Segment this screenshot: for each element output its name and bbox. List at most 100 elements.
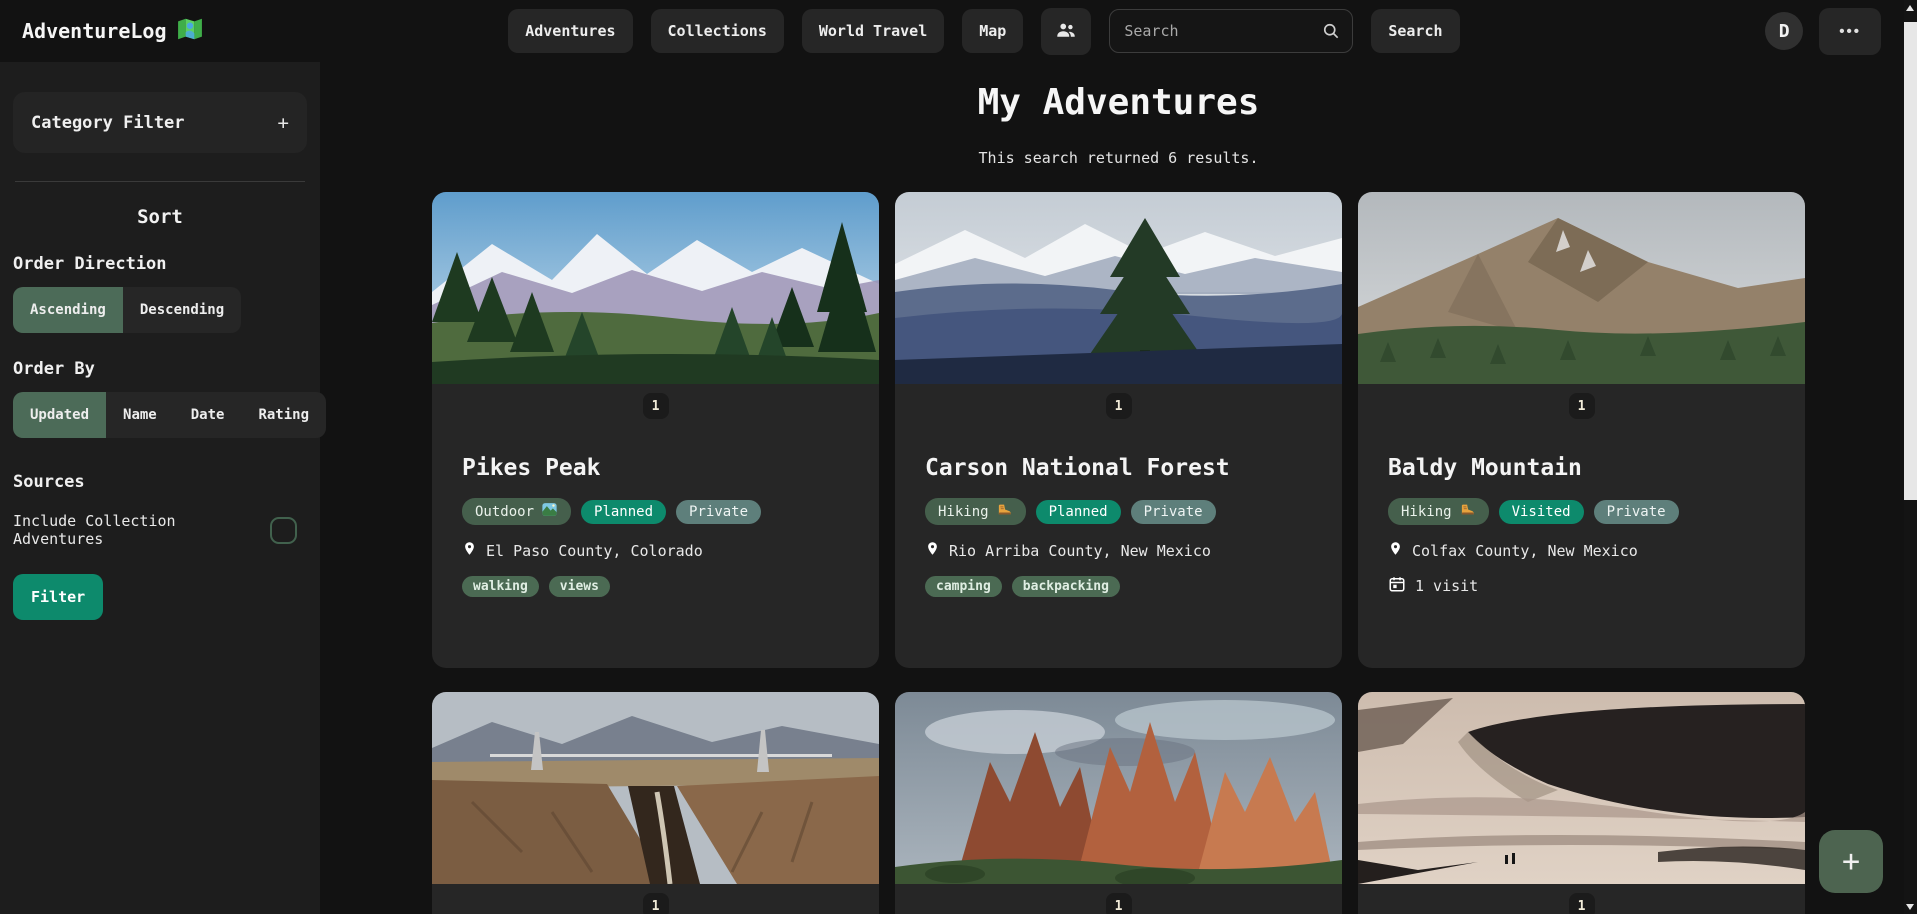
- badge-row: HikingVisitedPrivate: [1388, 498, 1775, 525]
- adventure-image[interactable]: [895, 192, 1342, 384]
- visibility-badge: Private: [676, 500, 761, 524]
- adventure-card[interactable]: 1 Pikes Peak Outdoor Planned Private El Pa…: [432, 192, 879, 668]
- adventure-location-row: Rio Arriba County, New Mexico: [925, 539, 1312, 562]
- add-adventure-button[interactable]: +: [1819, 830, 1883, 893]
- sources-heading: Sources: [13, 472, 307, 492]
- visibility-badge: Private: [1131, 500, 1216, 524]
- adventure-card[interactable]: 1 Baldy Mountain HikingVisitedPrivate Co…: [1358, 192, 1805, 668]
- shared-adventures-button[interactable]: [1041, 8, 1091, 55]
- adventure-image[interactable]: [1358, 192, 1805, 384]
- adventure-image[interactable]: [432, 692, 879, 884]
- visits-text: 1 visit: [1415, 577, 1478, 595]
- page-scrollbar[interactable]: [1904, 0, 1917, 914]
- location-text: Colfax County, New Mexico: [1412, 542, 1638, 560]
- avatar[interactable]: D: [1765, 12, 1803, 50]
- order-direction-option-ascending[interactable]: Ascending: [13, 287, 123, 333]
- adventure-location-row: Colfax County, New Mexico: [1388, 539, 1775, 562]
- image-page-badge: 1: [1569, 393, 1595, 419]
- badge-row: Outdoor Planned Private: [462, 498, 849, 525]
- map-icon: [177, 16, 203, 47]
- people-icon: [1055, 19, 1077, 44]
- image-page-badge: 1: [643, 393, 669, 419]
- adventure-card[interactable]: 1 •••: [895, 692, 1342, 914]
- location-pin-icon: [925, 539, 940, 562]
- status-badge: Planned: [581, 500, 666, 524]
- tag-row: walking views: [462, 576, 849, 597]
- location-pin-icon: [1388, 539, 1403, 562]
- hiking-boot-emoji: [996, 502, 1013, 521]
- scrollbar-down-arrow[interactable]: [1906, 904, 1914, 910]
- order-by-option-rating[interactable]: Rating: [241, 392, 326, 438]
- sort-heading: Sort: [13, 206, 307, 228]
- include-collection-checkbox[interactable]: [270, 517, 297, 544]
- location-text: El Paso County, Colorado: [486, 542, 703, 560]
- adventure-location-row: El Paso County, Colorado: [462, 539, 849, 562]
- tag-row: camping backpacking: [925, 576, 1312, 597]
- search-icon: [1321, 21, 1341, 45]
- app-logo[interactable]: AdventureLog: [22, 16, 203, 47]
- app-title: AdventureLog: [22, 19, 167, 43]
- main-navigation: Adventures Collections World Travel Map Sea…: [508, 8, 1459, 55]
- hiking-boot-emoji: [1459, 502, 1476, 521]
- adventure-image[interactable]: [1358, 692, 1805, 884]
- filter-button[interactable]: Filter: [13, 574, 103, 620]
- adventure-card[interactable]: 1 Carson National Forest Hiking Planned Pr…: [895, 192, 1342, 668]
- plus-icon: +: [278, 112, 289, 134]
- adventures-grid: 1 Pikes Peak Outdoor Planned Private El Pa…: [432, 192, 1805, 914]
- adventure-title[interactable]: Carson National Forest: [925, 455, 1312, 481]
- order-by-option-updated[interactable]: Updated: [13, 392, 106, 438]
- filter-sidebar: Category Filter + Sort Order Direction A…: [0, 62, 320, 914]
- overflow-menu-button[interactable]: •••: [1819, 8, 1881, 55]
- image-page-badge: 1: [1106, 893, 1132, 914]
- category-badge: Hiking: [925, 498, 1026, 525]
- calendar-icon: [1388, 575, 1406, 597]
- card-body: Carson National Forest Hiking Planned Priv…: [895, 455, 1342, 597]
- scrollbar-up-arrow[interactable]: [1906, 5, 1914, 11]
- adventure-image[interactable]: [895, 692, 1342, 884]
- main-content: My Adventures This search returned 6 res…: [320, 62, 1917, 914]
- top-navbar: AdventureLog Adventures Collections World …: [0, 0, 1917, 62]
- category-filter-toggle[interactable]: Category Filter +: [13, 92, 307, 153]
- include-collection-label: Include Collection Adventures: [13, 512, 270, 548]
- national-park-emoji: [541, 502, 558, 521]
- search-input[interactable]: [1109, 9, 1353, 53]
- nav-item-collections[interactable]: Collections: [651, 9, 784, 53]
- adventure-title[interactable]: Pikes Peak: [462, 455, 849, 481]
- adventure-visits-row: 1 visit: [1388, 575, 1775, 597]
- category-label: Hiking: [938, 504, 989, 520]
- adventure-title[interactable]: Baldy Mountain: [1388, 455, 1775, 481]
- order-by-option-date[interactable]: Date: [174, 392, 242, 438]
- category-filter-label: Category Filter: [31, 113, 185, 133]
- tag-badge: walking: [462, 576, 539, 597]
- image-page-badge: 1: [1106, 393, 1132, 419]
- ellipsis-icon: •••: [1839, 23, 1861, 40]
- order-direction-option-descending[interactable]: Descending: [123, 287, 241, 333]
- location-pin-icon: [462, 539, 477, 562]
- adventure-card[interactable]: 1 •••: [432, 692, 879, 914]
- tag-badge: camping: [925, 576, 1002, 597]
- order-by-label: Order By: [13, 359, 307, 379]
- nav-item-world-travel[interactable]: World Travel: [802, 9, 944, 53]
- page-title: My Adventures: [320, 82, 1917, 123]
- tag-badge: views: [549, 576, 610, 597]
- visibility-badge: Private: [1594, 500, 1679, 524]
- include-collection-row: Include Collection Adventures: [13, 512, 307, 548]
- adventure-card[interactable]: 1 •••: [1358, 692, 1805, 914]
- sidebar-divider: [15, 181, 305, 182]
- nav-item-map[interactable]: Map: [962, 9, 1023, 53]
- status-badge: Planned: [1036, 500, 1121, 524]
- category-label: Outdoor: [475, 504, 534, 520]
- scrollbar-thumb[interactable]: [1904, 22, 1917, 500]
- tag-badge: backpacking: [1012, 576, 1120, 597]
- image-page-badge: 1: [643, 893, 669, 914]
- order-by-segmented: UpdatedNameDateRating: [13, 392, 326, 438]
- adventure-image[interactable]: [432, 192, 879, 384]
- results-text: This search returned 6 results.: [320, 149, 1917, 167]
- order-by-option-name[interactable]: Name: [106, 392, 174, 438]
- nav-item-adventures[interactable]: Adventures: [508, 9, 632, 53]
- image-page-badge: 1: [1569, 893, 1595, 914]
- badge-row: Hiking Planned Private: [925, 498, 1312, 525]
- category-label: Hiking: [1401, 504, 1452, 520]
- category-badge: Outdoor: [462, 498, 571, 525]
- search-button[interactable]: Search: [1371, 9, 1459, 53]
